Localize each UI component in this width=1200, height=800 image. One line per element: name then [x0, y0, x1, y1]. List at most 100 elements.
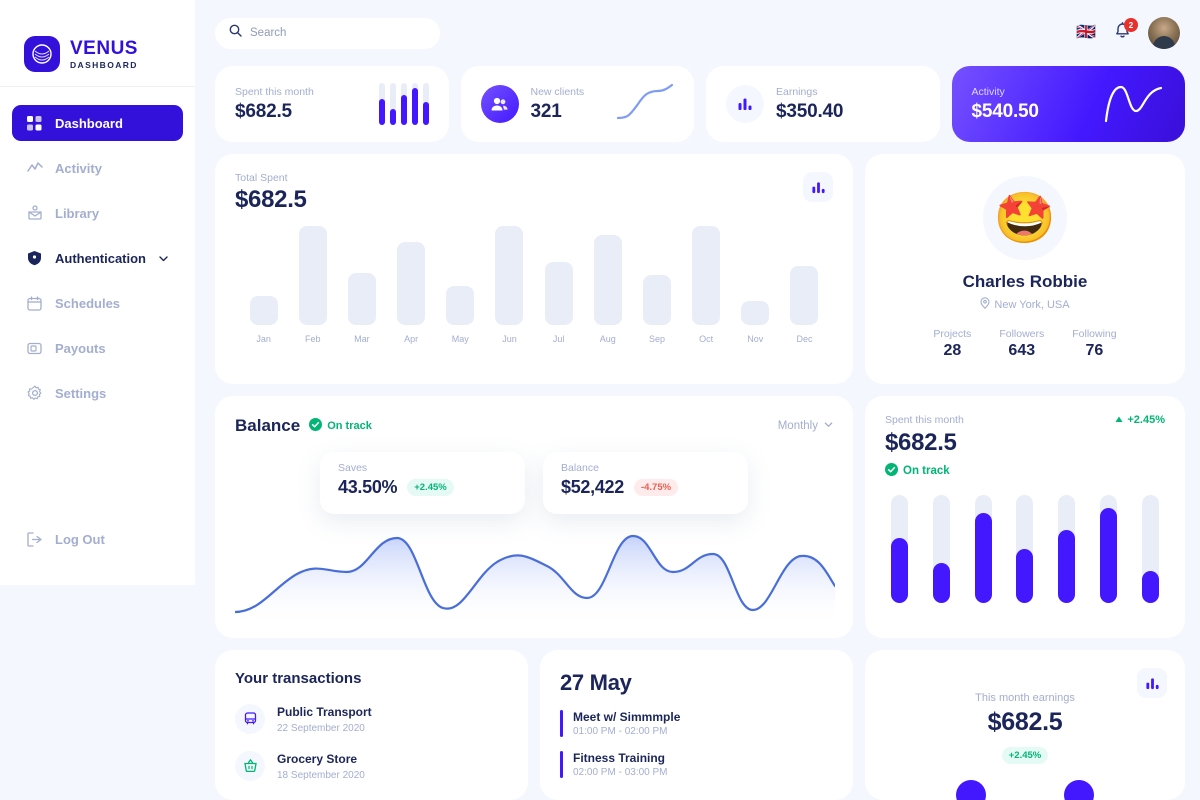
chevron-down-icon[interactable]	[158, 252, 169, 264]
bar-column: Aug	[583, 226, 632, 344]
bar-column: Feb	[288, 226, 337, 344]
bar-label: Jul	[552, 334, 565, 344]
bar-column: Nov	[731, 226, 780, 344]
event-name: Fitness Training	[573, 751, 666, 765]
list-item[interactable]: Grocery Store 18 September 2020	[235, 750, 508, 781]
brand-subtitle: DASHBOARD	[70, 59, 138, 70]
bar-chart-icon[interactable]	[803, 172, 833, 202]
bar-column: Jan	[239, 226, 288, 344]
stat-value: 76	[1085, 342, 1104, 359]
balance-tile-saves: Saves 43.50% +2.45%	[320, 452, 525, 514]
total-spent-amount: $682.5	[235, 186, 307, 213]
event-time: 01:00 PM - 02:00 PM	[573, 726, 668, 737]
sidebar-item-authentication[interactable]: Authentication	[12, 240, 183, 276]
left-column: Total Spent $682.5 Jan Feb Mar Apr May Jun Jul…	[215, 154, 853, 638]
logout-label: Log Out	[55, 531, 105, 547]
sidebar-item-library[interactable]: Library	[12, 195, 183, 231]
profile-stat-projects: Projects 28	[933, 328, 971, 360]
tile-label: Saves	[338, 462, 368, 474]
month-earnings-actions	[885, 780, 1165, 800]
sidebar-nav: Dashboard Activity Library Authenticatio…	[0, 87, 195, 411]
brand[interactable]: VENUS DASHBOARD	[0, 0, 195, 86]
balance-card: Balance On track Monthly Saves 43.50% +2…	[215, 396, 853, 638]
progress-bar-track	[932, 495, 950, 603]
sidebar-item-label: Settings	[55, 385, 107, 401]
main-content: Search 🇬🇧 2 Spent this month $682.5 New …	[195, 0, 1200, 800]
event-accent-bar	[560, 710, 563, 737]
bar-label: Dec	[796, 334, 813, 344]
bar-column: Jun	[485, 226, 534, 344]
calendar-card: 27 May Meet w/ Simmmple 01:00 PM - 02:00…	[540, 650, 853, 800]
stat-card-new-clients[interactable]: New clients 321	[460, 66, 694, 142]
status-label: On track	[327, 420, 372, 432]
period-dropdown[interactable]: Monthly	[778, 420, 833, 432]
shield-icon	[26, 250, 43, 267]
spent-month-bar-chart	[885, 495, 1165, 603]
action-circle-icon[interactable]	[956, 780, 986, 800]
tile-value: $52,422	[561, 477, 624, 497]
sidebar-item-label: Activity	[55, 160, 102, 176]
tile-delta: +2.45%	[407, 479, 454, 496]
calendar-event[interactable]: Meet w/ Simmmple 01:00 PM - 02:00 PM	[560, 710, 833, 737]
stat-key: Followers	[999, 328, 1045, 340]
pin-icon	[980, 297, 990, 312]
sidebar-item-label: Schedules	[55, 295, 121, 311]
bus-icon	[235, 703, 265, 734]
library-icon	[26, 205, 43, 222]
bar-label: Jan	[256, 334, 271, 344]
stat-card-spent-this-month[interactable]: Spent this month $682.5	[215, 66, 449, 142]
calendar-icon	[26, 295, 43, 312]
avatar[interactable]	[1148, 17, 1180, 49]
period-label: Monthly	[777, 420, 818, 432]
spent-month-value: $682.5	[885, 429, 957, 456]
stat-key: Following	[1072, 328, 1117, 340]
search-placeholder: Search	[250, 27, 287, 39]
list-item[interactable]: Public Transport 22 September 2020	[235, 703, 508, 734]
bar-label: Mar	[354, 334, 370, 344]
sidebar-item-label: Library	[55, 205, 100, 221]
activity-icon	[26, 160, 43, 177]
bar-chart-icon[interactable]	[1137, 668, 1167, 698]
total-spent-card: Total Spent $682.5 Jan Feb Mar Apr May Jun Jul…	[215, 154, 853, 384]
sidebar-item-dashboard[interactable]: Dashboard	[12, 105, 183, 141]
stat-label: Activity	[971, 85, 1005, 98]
logout-button[interactable]: Log Out	[12, 523, 119, 555]
stat-card-activity[interactable]: Activity $540.50	[951, 66, 1185, 142]
sidebar-item-label: Authentication	[55, 250, 146, 266]
spent-this-month-card: Spent this month $682.5 +2.45% On track	[865, 396, 1185, 638]
stat-card-earnings[interactable]: Earnings $350.40	[706, 66, 940, 142]
bar-column: Dec	[780, 226, 829, 344]
progress-bar-track	[891, 495, 908, 603]
spent-month-delta: +2.45%	[1115, 414, 1165, 426]
sidebar-item-schedules[interactable]: Schedules	[12, 285, 183, 321]
progress-bar-track	[1100, 495, 1118, 603]
brand-name: VENUS	[70, 37, 138, 59]
chart-bar	[446, 286, 475, 325]
action-circle-icon[interactable]	[1064, 780, 1094, 800]
month-earnings-delta: +2.45%	[1001, 747, 1049, 764]
chart-bar	[298, 226, 327, 325]
stat-value: $540.50	[971, 100, 1039, 122]
stat-cards-row: Spent this month $682.5 New clients 321 …	[215, 66, 1185, 142]
search-input[interactable]: Search	[215, 17, 440, 49]
balance-title: Balance	[235, 416, 301, 435]
sidebar-item-payouts[interactable]: Payouts	[12, 330, 183, 366]
bottom-row: Your transactions Public Transport 22 Se…	[215, 650, 1185, 800]
transactions-card: Your transactions Public Transport 22 Se…	[215, 650, 528, 800]
notification-badge: 2	[1124, 18, 1138, 32]
people-icon	[480, 85, 519, 123]
profile-card: 🤩 Charles Robbie New York, USA Projects …	[865, 154, 1185, 384]
triangle-up-icon	[1115, 414, 1123, 426]
bar-label: Feb	[305, 334, 321, 344]
language-flag-icon[interactable]: 🇬🇧	[1076, 25, 1096, 41]
dashboard-root: VENUS DASHBOARD Dashboard Activity Libra…	[0, 0, 1200, 800]
bar-column: Sep	[632, 226, 681, 344]
transaction-date: 18 September 2020	[277, 770, 365, 781]
check-circle-icon	[885, 463, 898, 479]
month-earnings-value: $682.5	[987, 708, 1063, 736]
sidebar-item-activity[interactable]: Activity	[12, 150, 183, 186]
sidebar-item-settings[interactable]: Settings	[12, 375, 183, 411]
notifications-button[interactable]: 2	[1112, 18, 1138, 44]
calendar-event[interactable]: Fitness Training 02:00 PM - 03:00 PM	[560, 751, 833, 778]
sparkline-minibars	[378, 83, 429, 125]
